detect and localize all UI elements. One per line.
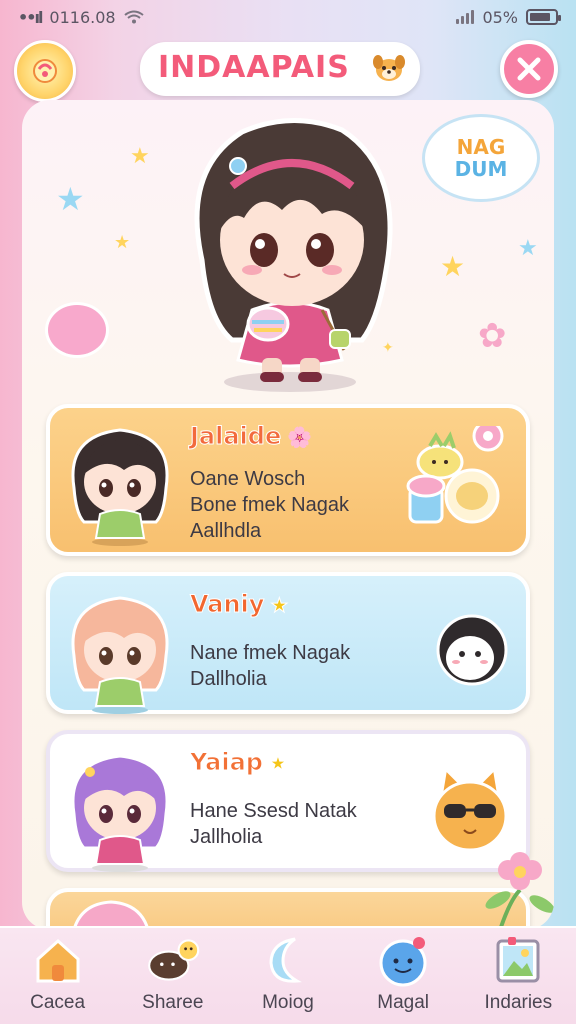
- card-title: Jalaide 🌸: [189, 422, 313, 451]
- desc-line: Jallholia: [190, 826, 263, 848]
- sun-icon: [33, 59, 57, 83]
- hedgehog-icon: [436, 614, 508, 686]
- character-card-partial[interactable]: [46, 888, 530, 930]
- desc-line: Dallholia: [190, 668, 267, 690]
- star-icon: ★: [56, 180, 85, 218]
- dog-icon: [373, 55, 405, 81]
- desc-line: Bone fmek Nagak: [190, 494, 349, 516]
- wifi-icon: [123, 10, 144, 24]
- nav-label: Cacea: [30, 992, 86, 1013]
- close-button[interactable]: [500, 40, 558, 98]
- flower-badge-icon: 🌸: [287, 425, 313, 450]
- nav-item-sharee[interactable]: Sharee: [118, 934, 228, 1014]
- star-badge-icon: ★: [270, 593, 289, 618]
- nav-item-cacea[interactable]: Cacea: [3, 934, 113, 1014]
- card-description: Oane Wosch Bone fmek Nagak Aallhdla: [190, 466, 349, 544]
- bubble-text-1: NAG: [456, 135, 506, 159]
- star-badge-icon: ★: [268, 751, 287, 776]
- nav-label: Moiog: [262, 992, 314, 1013]
- nav-label: Indaries: [484, 992, 553, 1013]
- pink-cloud-icon: [48, 305, 106, 355]
- battery-percent: 05%: [482, 7, 518, 27]
- desc-line: Hane Ssesd Natak: [190, 800, 357, 822]
- status-time: 0116.08: [49, 7, 116, 27]
- hero-character-illustration: [194, 117, 393, 392]
- bottom-navigation: Cacea Sharee Moiog Magal Indaries: [0, 926, 576, 1024]
- desc-line: Oane Wosch: [190, 468, 306, 490]
- house-icon: [36, 938, 80, 983]
- main-panel: ★ ★ ★ ★ ★ ✿ ✦ NAG DUM Jalaide 🌸 Oane Wos…: [22, 100, 554, 930]
- app-title-banner: INDAAPAIS: [140, 42, 420, 96]
- signal-dots: ••ıl: [18, 7, 43, 27]
- nav-item-moiog[interactable]: Moiog: [233, 934, 343, 1014]
- desc-line: Nane fmek Nagak: [190, 642, 351, 664]
- bubble-text-2: DUM: [454, 157, 508, 181]
- avatar: [71, 596, 169, 714]
- card-title: Vaniy ★: [189, 590, 289, 619]
- card-name: Yaiap: [190, 748, 264, 777]
- desc-line: Aallhdla: [190, 520, 262, 542]
- card-name: Jalaide: [189, 422, 282, 451]
- nav-item-indaries[interactable]: Indaries: [463, 934, 573, 1014]
- nav-label: Sharee: [142, 992, 204, 1013]
- picture-icon: [496, 937, 540, 983]
- star-icon: ★: [518, 236, 538, 261]
- character-card[interactable]: Yaiap ★ Hane Ssesd Natak Jallholia: [46, 730, 530, 872]
- header: INDAAPAIS: [0, 36, 576, 106]
- avatar: [71, 428, 169, 546]
- battery-icon: [526, 9, 561, 25]
- food-treats-icon: [406, 426, 504, 524]
- flower-decoration-icon: [485, 852, 554, 930]
- nav-item-magal[interactable]: Magal: [348, 934, 458, 1014]
- character-card[interactable]: Vaniy ★ Nane fmek Nagak Dallholia: [46, 572, 530, 714]
- blob-icon: [379, 937, 427, 987]
- avatar: [71, 754, 169, 872]
- card-title: Yaiap ★: [190, 748, 288, 777]
- flower-icon: ✿: [478, 316, 507, 356]
- moon-icon: [269, 937, 302, 983]
- close-icon: [517, 57, 541, 81]
- character-card[interactable]: Jalaide 🌸 Oane Wosch Bone fmek Nagak Aall…: [46, 404, 530, 556]
- star-icon: ★: [440, 250, 466, 283]
- card-description: Nane fmek Nagak Dallholia: [190, 640, 350, 692]
- nav-label: Magal: [377, 992, 430, 1013]
- star-icon: ★: [130, 144, 150, 169]
- status-bar: ••ıl 0116.08 05%: [0, 0, 576, 34]
- card-name: Vaniy: [189, 590, 265, 619]
- sun-button[interactable]: [14, 40, 76, 102]
- cell-signal-icon: [456, 10, 475, 24]
- star-icon: ★: [114, 232, 131, 253]
- card-description: Hane Ssesd Natak Jallholia: [190, 798, 357, 850]
- app-title: INDAAPAIS: [158, 50, 350, 85]
- title-letters: INDAAPAIS: [158, 50, 350, 85]
- pet-icon: [147, 939, 200, 981]
- speech-bubble: NAG DUM: [422, 114, 540, 202]
- hero-section: ★ ★ ★ ★ ★ ✿ ✦ NAG DUM: [22, 100, 554, 400]
